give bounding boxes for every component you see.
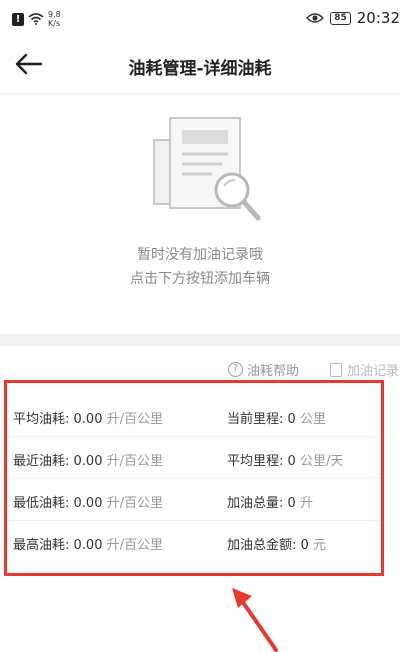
fuel-record-link[interactable]: 加油记录	[330, 360, 399, 379]
alert-icon: !	[12, 12, 24, 26]
stat-unit: 升/百公里	[106, 496, 164, 511]
speed-value: 9.8	[48, 10, 61, 19]
annotation-arrow-icon	[232, 588, 278, 652]
stat-label: 当前里程:	[227, 412, 284, 427]
stat-value: 0	[287, 496, 296, 511]
stat-unit: 升/百公里	[106, 454, 164, 469]
avg-fuel-consumption: 平均油耗: 0.00 升/百公里	[13, 408, 163, 427]
total-fuel-amount: 加油总金额: 0 元	[227, 534, 326, 553]
document-icon	[330, 362, 342, 377]
page-title: 油耗管理-详细油耗	[128, 59, 272, 79]
current-mileage: 当前里程: 0 公里	[227, 408, 326, 427]
stat-unit: 元	[312, 538, 326, 553]
stat-unit: 升/百公里	[106, 538, 164, 553]
stat-value: 0.00	[73, 538, 103, 553]
recent-fuel-consumption: 最近油耗: 0.00 升/百公里	[13, 450, 163, 469]
stat-value: 0.00	[73, 496, 103, 511]
stat-value: 0.00	[73, 454, 103, 469]
stats-row: 最低油耗: 0.00 升/百公里 加油总量: 0 升	[7, 481, 381, 521]
stat-value: 0.00	[73, 412, 103, 427]
min-fuel-consumption: 最低油耗: 0.00 升/百公里	[13, 492, 163, 511]
stat-label: 最高油耗:	[13, 538, 70, 553]
speed-unit: K/s	[48, 19, 61, 28]
stat-value: 0	[300, 538, 309, 553]
app-header: 油耗管理-详细油耗	[0, 34, 400, 94]
stat-label: 平均里程:	[227, 454, 284, 469]
clock: 20:32	[356, 9, 400, 27]
stat-label: 最低油耗:	[13, 496, 70, 511]
fuel-help-label: 油耗帮助	[247, 364, 300, 379]
stat-label: 最近油耗:	[13, 454, 70, 469]
question-icon: ?	[228, 362, 243, 377]
stat-label: 平均油耗:	[13, 412, 70, 427]
stat-unit: 升	[299, 496, 313, 511]
stats-row: 平均油耗: 0.00 升/百公里 当前里程: 0 公里	[7, 397, 381, 437]
stat-value: 0	[287, 454, 296, 469]
fuel-stats-panel: 平均油耗: 0.00 升/百公里 当前里程: 0 公里 最近油耗: 0.00 升…	[4, 380, 384, 576]
status-left: ! 9.8 K/s	[12, 10, 61, 28]
stat-unit: 升/百公里	[106, 412, 164, 427]
stat-unit: 公里/天	[299, 454, 344, 469]
total-fuel: 加油总量: 0 升	[227, 492, 313, 511]
fuel-help-link[interactable]: ? 油耗帮助	[228, 360, 299, 379]
section-divider	[0, 334, 400, 346]
stat-label: 加油总量:	[227, 496, 284, 511]
max-fuel-consumption: 最高油耗: 0.00 升/百公里	[13, 534, 163, 553]
empty-message: 暂时没有加油记录哦	[137, 247, 263, 263]
stats-row: 最高油耗: 0.00 升/百公里 加油总金额: 0 元	[7, 523, 381, 563]
eye-icon	[306, 13, 325, 23]
status-bar: ! 9.8 K/s 85 20:32	[0, 0, 400, 34]
wifi-icon	[28, 13, 44, 25]
empty-hint: 点击下方按钮添加车辆	[130, 271, 270, 287]
battery-indicator: 85	[330, 11, 351, 25]
stats-row: 最近油耗: 0.00 升/百公里 平均里程: 0 公里/天	[7, 439, 381, 479]
empty-document-search-icon	[153, 117, 261, 221]
avg-mileage: 平均里程: 0 公里/天	[227, 450, 343, 469]
status-right: 85 20:32	[306, 9, 400, 27]
stat-unit: 公里	[299, 412, 326, 427]
network-speed: 9.8 K/s	[48, 10, 61, 28]
fuel-record-label: 加油记录	[347, 364, 400, 379]
stat-value: 0	[287, 412, 296, 427]
stat-label: 加油总金额:	[227, 538, 297, 553]
